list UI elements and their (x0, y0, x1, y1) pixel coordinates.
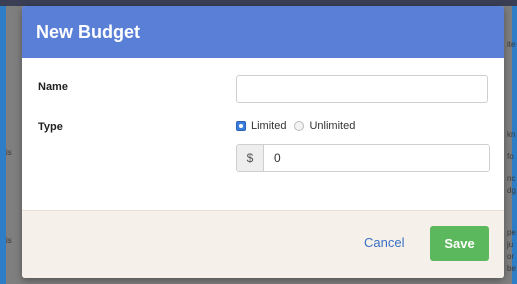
backdrop-text-fragment: is (6, 148, 12, 157)
type-label: Type (38, 121, 63, 133)
radio-dot-icon (239, 124, 243, 128)
backdrop-text-fragment: kn (507, 130, 516, 139)
amount-input-group: $ (236, 144, 490, 172)
limited-radio-label[interactable]: Limited (251, 120, 286, 132)
modal-footer: Cancel Save (22, 210, 504, 278)
backdrop-text-fragment: ju (507, 240, 514, 249)
backdrop-text-fragment: ite (507, 40, 516, 49)
name-label: Name (38, 81, 68, 93)
backdrop-text-fragment: is (6, 236, 12, 245)
modal-header: New Budget (22, 6, 504, 58)
amount-input[interactable] (264, 145, 489, 171)
backdrop-text-fragment: nc (507, 174, 516, 183)
type-radio-group: Limited Unlimited (236, 120, 363, 132)
limited-radio[interactable] (236, 121, 246, 131)
currency-addon: $ (237, 145, 264, 171)
modal-body: Name Type Limited Unlimited $ (22, 58, 504, 211)
modal-title: New Budget (36, 21, 141, 42)
backdrop-text-fragment: or (507, 252, 515, 261)
name-input[interactable] (236, 75, 488, 103)
backdrop-text-fragment: fo (507, 152, 514, 161)
new-budget-modal: New Budget Name Type Limited Unlimited $… (22, 6, 504, 278)
backdrop-text-fragment: pe (507, 228, 516, 237)
save-button[interactable]: Save (430, 226, 489, 261)
backdrop-text-fragment: dg (507, 186, 516, 195)
unlimited-radio[interactable] (294, 121, 305, 131)
unlimited-radio-label[interactable]: Unlimited (309, 120, 355, 132)
backdrop-text-fragment: be (507, 264, 516, 273)
cancel-button[interactable]: Cancel (364, 235, 404, 250)
